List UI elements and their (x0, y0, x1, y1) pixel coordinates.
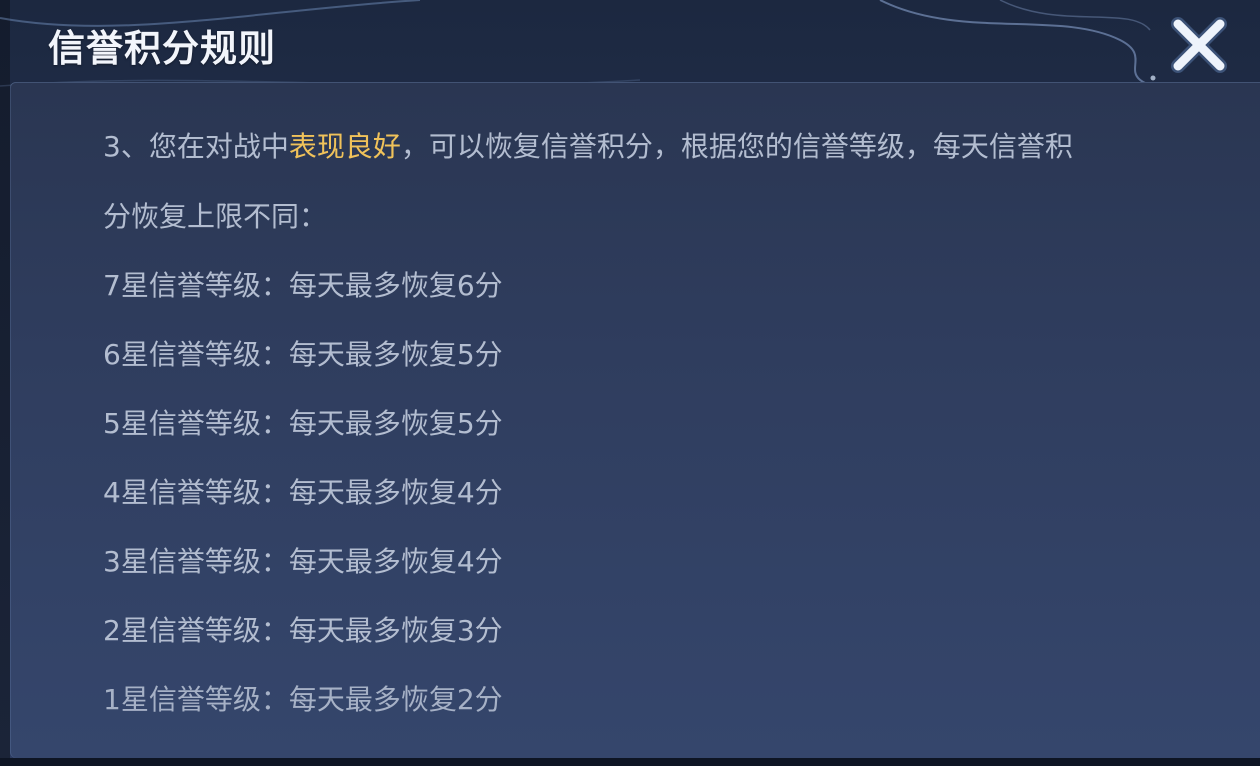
close-button[interactable] (1166, 14, 1232, 76)
rule-level-3: 3星信誉等级：每天最多恢复4分 (103, 545, 503, 578)
rule-intro-line: 3、您在对战中表现良好，可以恢复信誉积分，根据您的信誉等级，每天信誉积 (103, 112, 1183, 182)
rules-content: 3、您在对战中表现良好，可以恢复信誉积分，根据您的信誉等级，每天信誉积 分恢复上… (103, 112, 1183, 734)
rule-intro-prefix: 3、您在对战中 (103, 130, 289, 163)
rule-level-4: 4星信誉等级：每天最多恢复4分 (103, 476, 503, 509)
rule-intro-highlight: 表现良好 (288, 130, 401, 163)
rule-intro-suffix: ，可以恢复信誉积分，根据您的信誉等级，每天信誉积 (400, 130, 1073, 163)
rule-intro-line-2: 分恢复上限不同： (103, 200, 328, 233)
rule-level-2: 2星信誉等级：每天最多恢复3分 (103, 614, 503, 647)
rules-dialog: 信誉积分规则 3、您在对战中表现良好，可以恢复信誉积分，根据您的信誉等级，每天信… (0, 0, 1260, 766)
rule-level-5: 5星信誉等级：每天最多恢复5分 (103, 407, 503, 440)
rule-level-7: 7星信誉等级：每天最多恢复6分 (103, 269, 503, 302)
dialog-title: 信誉积分规则 (48, 27, 276, 70)
rule-level-6: 6星信誉等级：每天最多恢复5分 (103, 338, 503, 371)
rule-level-1: 1星信誉等级：每天最多恢复2分 (103, 683, 503, 716)
close-icon (1171, 17, 1227, 73)
dialog-bottom-edge (0, 758, 1260, 766)
dialog-left-border (0, 0, 10, 766)
